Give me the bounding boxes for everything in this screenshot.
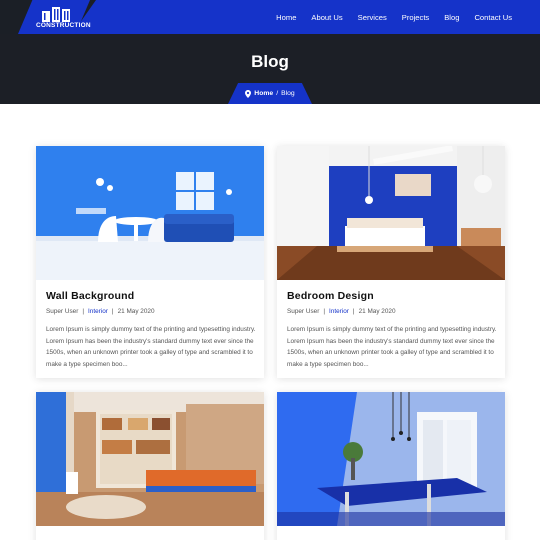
blog-image-bedroom[interactable] bbox=[277, 146, 505, 280]
nav-home[interactable]: Home bbox=[276, 13, 296, 22]
nav-services[interactable]: Services bbox=[358, 13, 387, 22]
post-author: Super User bbox=[287, 308, 320, 315]
logo-text[interactable]: CONSTRUCTION bbox=[36, 22, 91, 29]
post-meta: Super User | Interior | 21 May 2020 bbox=[287, 308, 396, 315]
post-date: 21 May 2020 bbox=[117, 308, 155, 315]
post-title[interactable]: Wall Background bbox=[46, 290, 254, 302]
post-date: 21 May 2020 bbox=[358, 308, 396, 315]
post-excerpt: Lorem Ipsum is simply dummy text of the … bbox=[287, 326, 497, 368]
blog-card bbox=[277, 392, 505, 540]
top-navbar: CONSTRUCTION Home About Us Services Proj… bbox=[0, 0, 540, 34]
post-category[interactable]: Interior bbox=[329, 308, 349, 315]
breadcrumb: Home / Blog bbox=[228, 83, 312, 104]
page-title: Blog bbox=[251, 52, 289, 71]
main-nav: Home About Us Services Projects Blog Con… bbox=[276, 0, 512, 34]
page-hero: Blog Home / Blog bbox=[0, 34, 540, 104]
nav-projects[interactable]: Projects bbox=[402, 13, 429, 22]
nav-blog[interactable]: Blog bbox=[444, 13, 459, 22]
nav-contact-us[interactable]: Contact Us bbox=[474, 13, 512, 22]
post-author: Super User bbox=[46, 308, 79, 315]
blog-image-blue-wall[interactable] bbox=[36, 146, 264, 280]
breadcrumb-home[interactable]: Home bbox=[254, 90, 273, 97]
blog-card bbox=[36, 392, 264, 540]
breadcrumb-separator: / bbox=[276, 90, 279, 97]
post-excerpt: Lorem Ipsum is simply dummy text of the … bbox=[46, 326, 256, 368]
post-title[interactable]: Bedroom Design bbox=[287, 290, 495, 302]
blog-card: Bedroom Design Super User | Interior | 21 Ma… bbox=[277, 146, 505, 378]
blog-card: Wall Background Super User | Interior | 21 M… bbox=[36, 146, 264, 378]
post-category[interactable]: Interior bbox=[88, 308, 108, 315]
buildings-logo-icon[interactable] bbox=[42, 6, 76, 22]
blog-image-kids-room[interactable] bbox=[36, 392, 264, 526]
map-marker-icon bbox=[245, 89, 252, 98]
blog-image-kitchen[interactable] bbox=[277, 392, 505, 526]
post-meta: Super User | Interior | 21 May 2020 bbox=[46, 308, 155, 315]
nav-about-us[interactable]: About Us bbox=[311, 13, 342, 22]
breadcrumb-current: Blog bbox=[281, 90, 295, 97]
